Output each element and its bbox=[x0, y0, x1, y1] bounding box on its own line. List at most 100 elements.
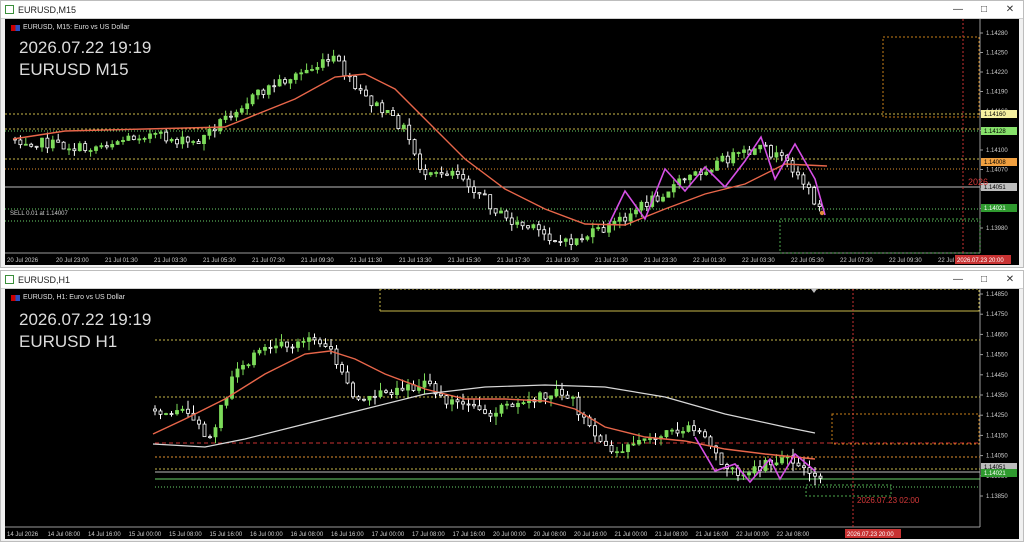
h1-titlebar[interactable]: EURUSD,H1 — □ ✕ bbox=[1, 271, 1023, 289]
candle-body bbox=[299, 72, 304, 75]
candle-body bbox=[175, 410, 179, 415]
candle-body bbox=[670, 429, 674, 432]
candle-body bbox=[208, 436, 212, 439]
candle-body bbox=[620, 451, 625, 454]
candle-body bbox=[796, 462, 801, 467]
candle-body bbox=[384, 390, 388, 393]
candle-body bbox=[121, 140, 125, 142]
chart-window-icon bbox=[5, 5, 14, 14]
candle-body bbox=[590, 228, 595, 238]
candle-body bbox=[747, 472, 751, 476]
maximize-icon[interactable]: □ bbox=[971, 274, 997, 285]
candle-body bbox=[477, 192, 482, 195]
h1-symbol-text: EURUSD, H1: Euro vs US Dollar bbox=[23, 294, 125, 301]
candle-body bbox=[631, 443, 636, 446]
candle-body bbox=[331, 55, 336, 62]
m15-chart[interactable]: 1.14280 1.14250 1.14220 1.14190 1.14160 1.141… bbox=[5, 19, 1019, 265]
candle-body bbox=[604, 440, 608, 446]
m15-titlebar[interactable]: EURUSD,M15 — □ ✕ bbox=[1, 1, 1023, 19]
candle-body bbox=[261, 89, 266, 95]
candle-body bbox=[574, 238, 579, 245]
candle-body bbox=[268, 346, 273, 349]
time-tick-label: 21 Jul 15:30 bbox=[448, 258, 481, 264]
candle-body bbox=[813, 472, 817, 477]
time-tick-label: 17 Jul 16:00 bbox=[453, 532, 486, 538]
candle-body bbox=[340, 364, 344, 373]
price-tick-label: 1.14750 bbox=[986, 312, 1008, 318]
price-tag-label: 1.14160 bbox=[984, 112, 1006, 118]
candle-body bbox=[153, 408, 157, 412]
price-tick-label: 1.14150 bbox=[986, 433, 1008, 439]
candle-body bbox=[212, 128, 217, 132]
candle-body bbox=[731, 152, 736, 164]
candle-body bbox=[326, 59, 331, 62]
candle-body bbox=[18, 139, 23, 146]
price-tick-label: 1.14350 bbox=[986, 393, 1008, 399]
time-tick-label: 22 Jul 09:30 bbox=[889, 258, 922, 264]
m15-info-symbol: EURUSD M15 bbox=[19, 60, 129, 79]
candle-body bbox=[285, 341, 289, 348]
candle-body bbox=[682, 178, 687, 181]
sell-order-label: SELL 0.01 at 1.14007 bbox=[10, 211, 68, 217]
zone-box bbox=[379, 289, 980, 312]
candle-body bbox=[515, 221, 520, 225]
candle-body bbox=[466, 178, 471, 188]
candle-body bbox=[693, 171, 698, 176]
candle-body bbox=[351, 382, 355, 398]
time-tick-label: 14 Jul 08:00 bbox=[48, 532, 81, 538]
candle-body bbox=[342, 60, 347, 77]
maximize-icon[interactable]: □ bbox=[971, 4, 997, 15]
candle-body bbox=[202, 423, 207, 438]
candle-body bbox=[202, 134, 206, 144]
h1-chart-canvas[interactable]: 1.14850 1.14750 1.14650 1.14550 1.14450 1.143… bbox=[5, 289, 1019, 539]
candle-body bbox=[245, 103, 250, 110]
minimize-icon[interactable]: — bbox=[945, 274, 971, 285]
candle-body bbox=[148, 133, 152, 139]
time-tick-label: 21 Jul 09:30 bbox=[301, 258, 334, 264]
time-tick-label: 21 Jul 19:30 bbox=[546, 258, 579, 264]
time-tick-label: 20 Jul 23:00 bbox=[56, 258, 89, 264]
time-tag-label: 2026.07.23 20:00 bbox=[957, 258, 1004, 264]
candle-body bbox=[290, 346, 295, 349]
candle-body bbox=[719, 452, 724, 465]
candle-body bbox=[504, 210, 509, 219]
candle-body bbox=[196, 141, 201, 144]
time-tick-label: 22 Jul 03:30 bbox=[742, 258, 775, 264]
candle-body bbox=[758, 144, 763, 150]
close-icon[interactable]: ✕ bbox=[997, 4, 1023, 15]
candle-body bbox=[510, 403, 515, 408]
time-tick-label: 15 Jul 08:00 bbox=[169, 532, 202, 538]
candle-body bbox=[571, 396, 575, 399]
candle-body bbox=[320, 59, 325, 68]
candle-body bbox=[642, 438, 647, 441]
candle-body bbox=[246, 364, 251, 367]
time-tick-label: 14 Jul 16:00 bbox=[88, 532, 121, 538]
candle-body bbox=[158, 131, 163, 134]
candle-body bbox=[186, 408, 190, 414]
time-tick-label: 21 Jul 07:30 bbox=[252, 258, 285, 264]
candle-body bbox=[50, 139, 55, 149]
h1-info-date: 2026.07.22 19:19 bbox=[19, 310, 152, 329]
h1-chart[interactable]: 1.14850 1.14750 1.14650 1.14550 1.14450 1.143… bbox=[5, 289, 1019, 539]
candle-body bbox=[310, 69, 314, 71]
chart-shift-icon bbox=[811, 289, 817, 293]
candle-body bbox=[708, 436, 713, 447]
candle-body bbox=[450, 170, 455, 176]
candle-body bbox=[364, 89, 368, 97]
candle-body bbox=[312, 337, 317, 341]
candle-body bbox=[239, 108, 244, 113]
m15-chart-canvas[interactable]: 1.14280 1.14250 1.14220 1.14190 1.14160 1.141… bbox=[5, 19, 1019, 265]
candle-body bbox=[250, 94, 255, 105]
candle-body bbox=[323, 343, 328, 347]
candle-body bbox=[596, 227, 601, 230]
m15-symbol-text: EURUSD, M15: Euro vs US Dollar bbox=[23, 24, 130, 31]
sma-line bbox=[152, 384, 816, 448]
price-tick-label: 1.14100 bbox=[986, 148, 1008, 154]
close-icon[interactable]: ✕ bbox=[997, 274, 1023, 285]
minimize-icon[interactable]: — bbox=[945, 4, 971, 15]
candle-body bbox=[334, 348, 339, 365]
candle-body bbox=[153, 132, 158, 135]
candle-body bbox=[609, 444, 614, 453]
candle-body bbox=[257, 349, 262, 354]
candle-body bbox=[180, 136, 185, 145]
